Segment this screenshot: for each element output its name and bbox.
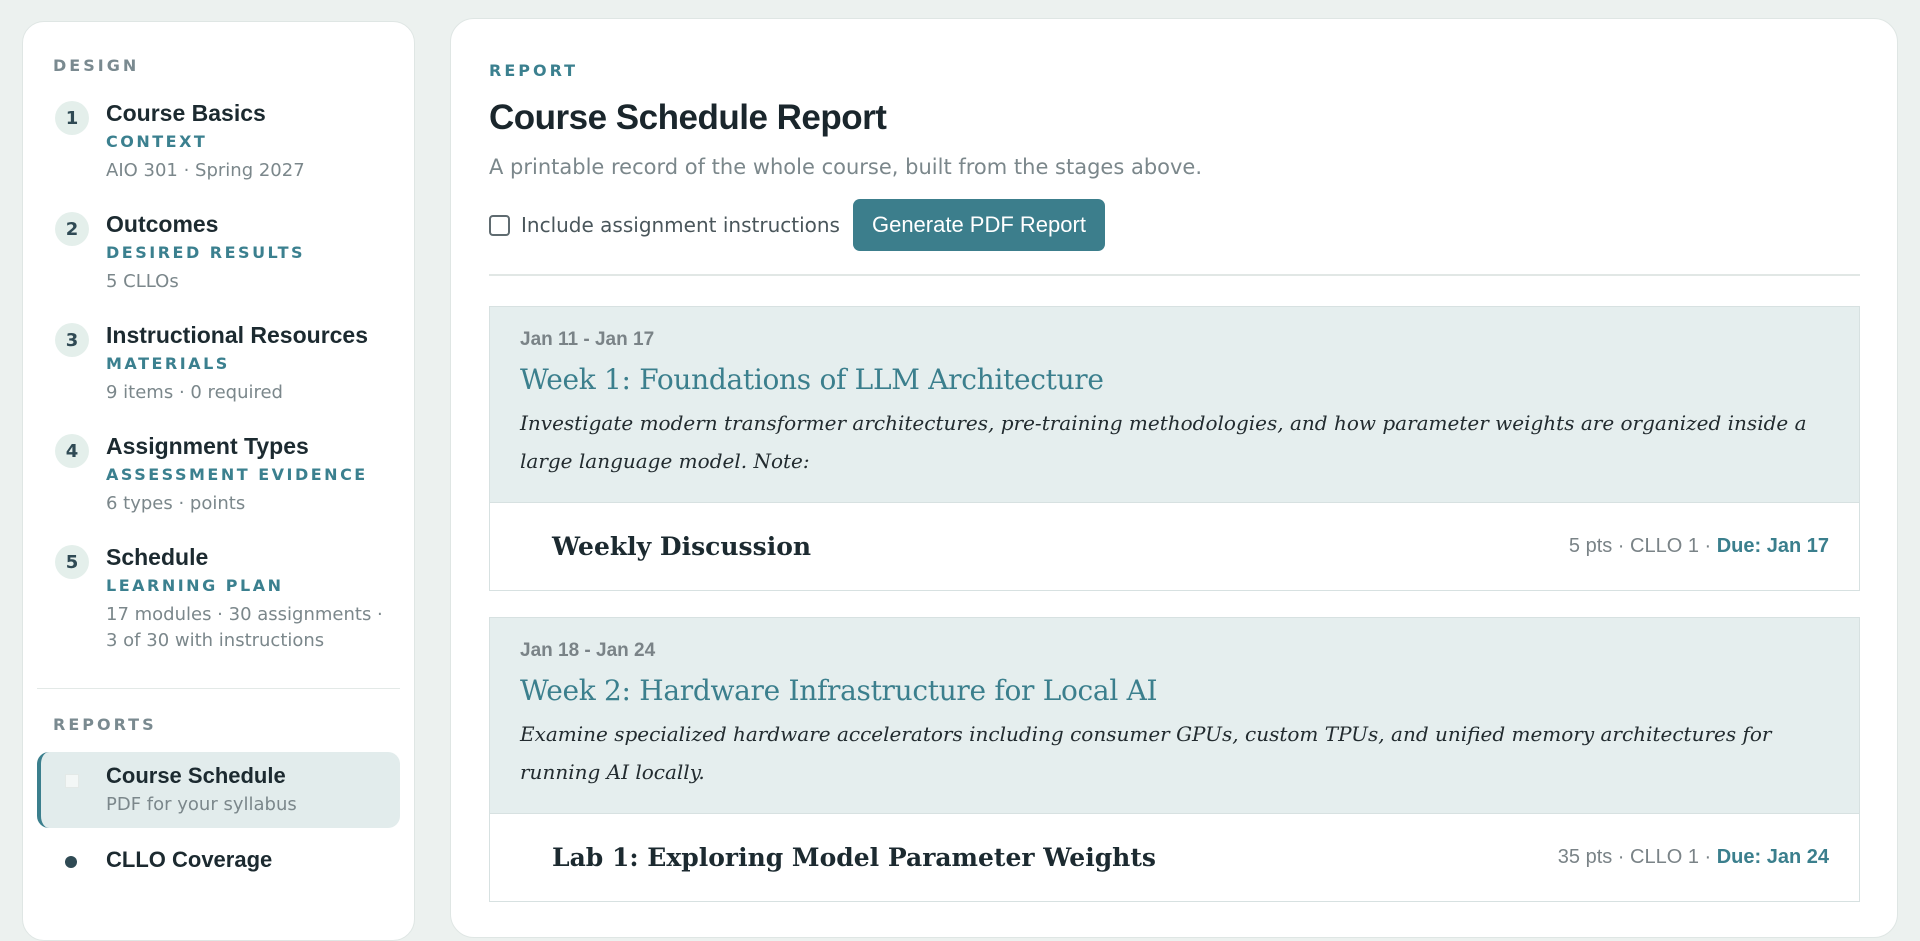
design-section-label: DESIGN xyxy=(53,56,140,75)
report-controls: Include assignment instructions Generate… xyxy=(489,199,1859,251)
week-title: Week 1: Foundations of LLM Architecture xyxy=(520,363,1104,396)
stage-meta: 17 modules · 30 assignments · 3 of 30 wi… xyxy=(106,604,383,651)
assignment-points-cllo: 35 pts · CLLO 1 · xyxy=(1557,846,1717,868)
stage-title: Instructional Resources xyxy=(106,322,369,348)
week-card: Jan 18 - Jan 24 Week 2: Hardware Infrast… xyxy=(489,617,1860,902)
stage-tag: LEARNING PLAN xyxy=(106,576,284,595)
stage-meta: 6 types · points xyxy=(106,493,246,514)
week-header: Jan 11 - Jan 17 Week 1: Foundations of L… xyxy=(490,307,1859,502)
stage-course-basics[interactable]: 1 Course Basics CONTEXT AIO 301 · Spring… xyxy=(37,98,400,184)
report-panel: REPORT Course Schedule Report A printabl… xyxy=(450,18,1898,938)
report-item-course-schedule[interactable]: Course Schedule PDF for your syllabus xyxy=(37,752,400,828)
stage-title: Schedule xyxy=(106,544,209,570)
stage-title: Course Basics xyxy=(106,100,266,126)
generate-pdf-button[interactable]: Generate PDF Report xyxy=(852,199,1105,251)
assignment-row: Weekly Discussion 5 pts · CLLO 1 · Due: … xyxy=(490,502,1859,590)
assignment-due-date: Due: Jan 17 xyxy=(1716,535,1829,557)
week-dates: Jan 18 - Jan 24 xyxy=(520,640,656,661)
stage-instructional-resources[interactable]: 3 Instructional Resources MATERIALS 9 it… xyxy=(37,320,400,406)
stage-tag: MATERIALS xyxy=(106,354,230,373)
assignment-points-cllo: 5 pts · CLLO 1 · xyxy=(1568,535,1717,557)
report-item-cllo-coverage[interactable]: CLLO Coverage xyxy=(37,836,400,884)
stage-meta: AIO 301 · Spring 2027 xyxy=(106,160,305,181)
assignment-row: Lab 1: Exploring Model Parameter Weights… xyxy=(490,813,1859,901)
stage-tag: DESIRED RESULTS xyxy=(106,243,306,262)
sidebar: DESIGN 1 Course Basics CONTEXT AIO 301 ·… xyxy=(22,21,415,941)
report-title: CLLO Coverage xyxy=(106,847,273,872)
week-header: Jan 18 - Jan 24 Week 2: Hardware Infrast… xyxy=(490,618,1859,813)
assignment-meta: 35 pts · CLLO 1 · Due: Jan 24 xyxy=(1558,846,1829,869)
assignment-title: Weekly Discussion xyxy=(552,532,812,561)
page-subtitle: A printable record of the whole course, … xyxy=(489,155,1203,179)
stage-tag: CONTEXT xyxy=(106,132,208,151)
week-description: Investigate modern transformer architect… xyxy=(520,411,1807,473)
week-title: Week 2: Hardware Infrastructure for Loca… xyxy=(520,674,1158,707)
stage-outcomes[interactable]: 2 Outcomes DESIRED RESULTS 5 CLLOs xyxy=(37,209,400,295)
stage-number-badge: 3 xyxy=(55,323,89,357)
report-subtitle: PDF for your syllabus xyxy=(106,794,297,815)
week-card: Jan 11 - Jan 17 Week 1: Foundations of L… xyxy=(489,306,1860,591)
include-instructions-label[interactable]: Include assignment instructions xyxy=(521,213,840,237)
section-divider xyxy=(489,274,1860,276)
page-title: Course Schedule Report xyxy=(489,98,887,137)
stage-meta: 5 CLLOs xyxy=(106,271,179,292)
sidebar-divider xyxy=(37,688,400,689)
stage-number-badge: 2 xyxy=(55,212,89,246)
bullet-dot-icon xyxy=(65,856,77,868)
stage-tag: ASSESSMENT EVIDENCE xyxy=(106,465,368,484)
document-icon xyxy=(65,774,79,788)
week-dates: Jan 11 - Jan 17 xyxy=(520,329,655,350)
assignment-title: Lab 1: Exploring Model Parameter Weights xyxy=(552,843,1156,872)
stage-assignment-types[interactable]: 4 Assignment Types ASSESSMENT EVIDENCE 6… xyxy=(37,431,400,517)
stage-meta: 9 items · 0 required xyxy=(106,382,283,403)
report-eyebrow: REPORT xyxy=(489,61,579,80)
stage-title: Assignment Types xyxy=(106,433,309,459)
stage-schedule[interactable]: 5 Schedule LEARNING PLAN 17 modules · 30… xyxy=(37,542,400,654)
assignment-meta: 5 pts · CLLO 1 · Due: Jan 17 xyxy=(1569,535,1829,558)
week-description: Examine specialized hardware accelerator… xyxy=(520,722,1772,784)
assignment-due-date: Due: Jan 24 xyxy=(1716,846,1829,868)
include-instructions-checkbox[interactable] xyxy=(489,214,510,236)
stage-number-badge: 4 xyxy=(55,434,89,468)
stage-number-badge: 1 xyxy=(55,101,89,135)
reports-section-label: REPORTS xyxy=(53,715,157,734)
stage-number-badge: 5 xyxy=(55,545,89,579)
stage-title: Outcomes xyxy=(106,211,219,237)
report-title: Course Schedule xyxy=(106,763,286,788)
